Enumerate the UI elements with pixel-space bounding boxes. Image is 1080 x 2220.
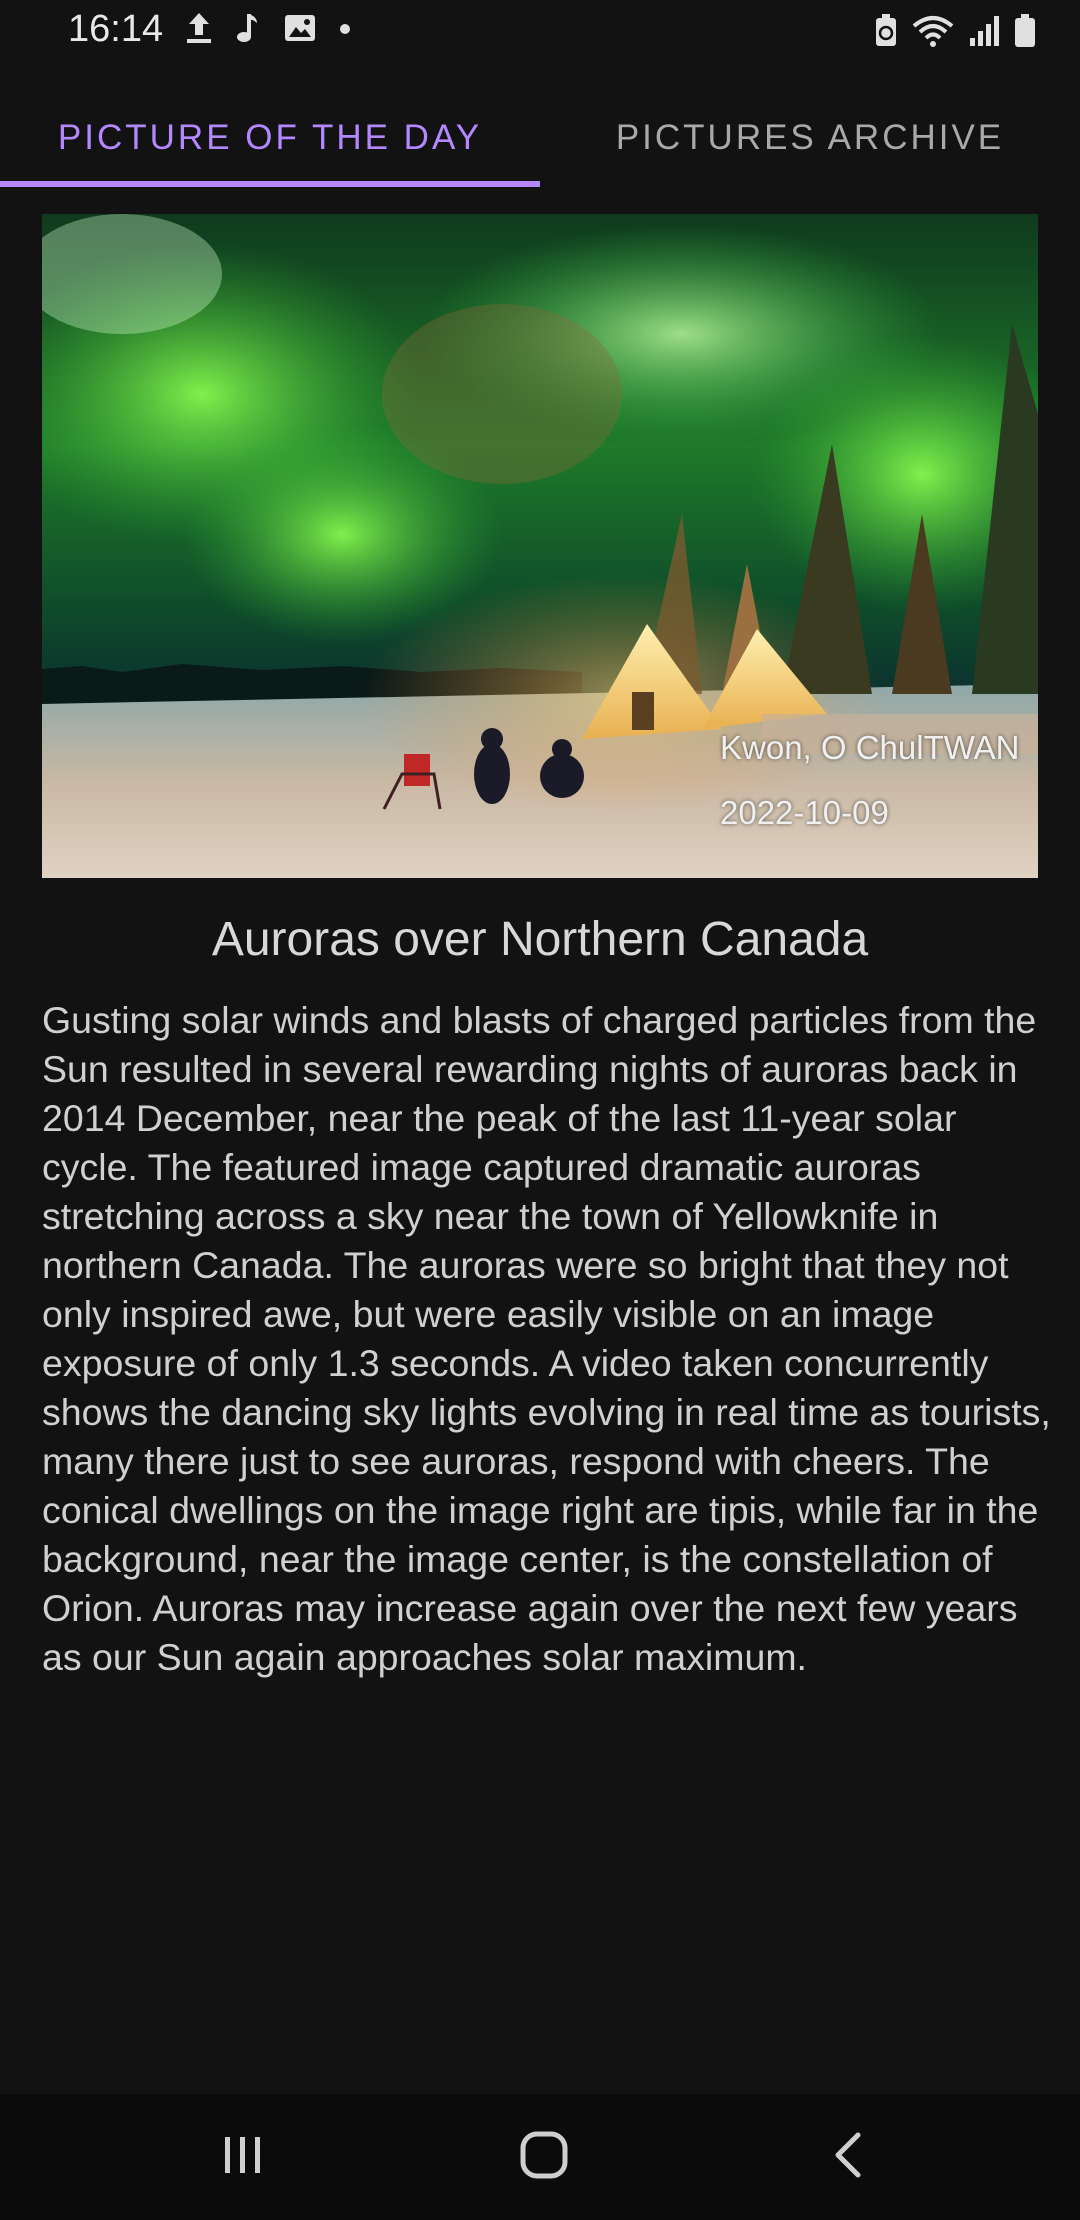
wifi-icon: [912, 14, 954, 52]
back-icon: [830, 2131, 866, 2183]
apod-image[interactable]: Kwon, O ChulTWAN 2022-10-09: [42, 214, 1038, 878]
signal-icon: [968, 14, 1000, 52]
image-copyright: Kwon, O ChulTWAN: [720, 729, 1020, 766]
dot-icon: [339, 20, 351, 39]
apod-title: Auroras over Northern Canada: [211, 913, 869, 966]
home-button[interactable]: [484, 2124, 604, 2190]
home-icon: [519, 2130, 569, 2184]
back-button[interactable]: [788, 2124, 908, 2190]
recents-button[interactable]: [183, 2124, 303, 2190]
upload-icon: [185, 11, 213, 49]
image-date: 2022-10-09: [720, 794, 889, 831]
status-time: 16:14: [68, 8, 164, 50]
tab-picture-of-the-day[interactable]: PICTURE OF THE DAY: [0, 86, 540, 190]
tab-indicator: [0, 181, 540, 187]
music-note-icon: [235, 11, 261, 49]
tab-bar: PICTURE OF THE DAY PICTURES ARCHIVE: [0, 86, 1080, 190]
status-left: 16:14: [68, 8, 351, 51]
recents-icon: [221, 2133, 265, 2181]
aurora-photo: [42, 214, 1038, 878]
tab-pictures-archive[interactable]: PICTURES ARCHIVE: [540, 86, 1080, 190]
navigation-bar: [0, 2094, 1080, 2220]
battery-icon: [1014, 14, 1036, 52]
status-right: [874, 14, 1036, 52]
status-bar: 16:14: [0, 0, 1080, 66]
apod-explanation: Gusting solar winds and blasts of charge…: [42, 999, 1051, 1678]
image-icon: [283, 12, 317, 48]
battery-saver-icon: [874, 14, 898, 52]
